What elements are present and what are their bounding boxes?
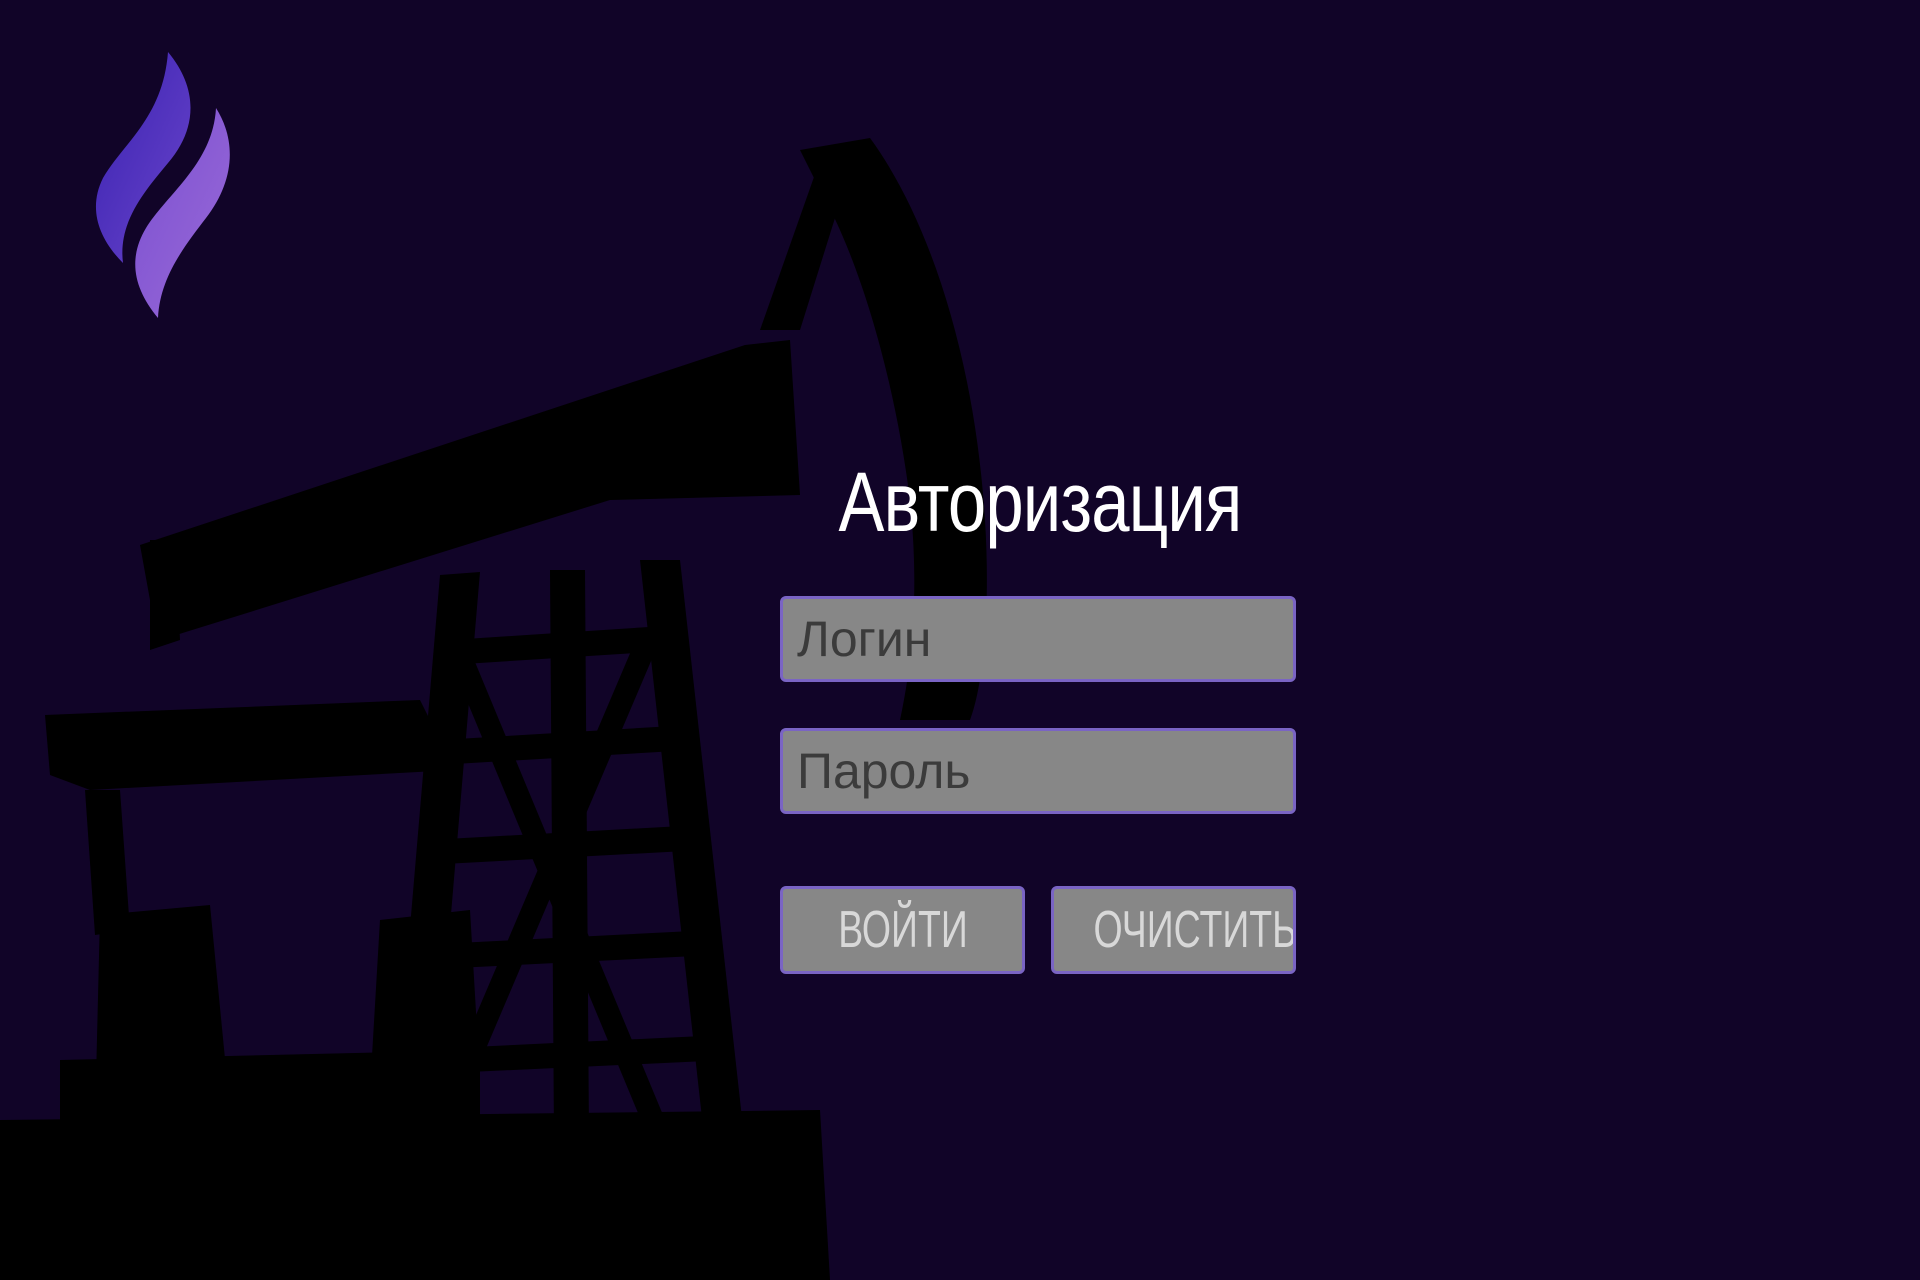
submit-button[interactable]: ВОЙТИ [780,886,1025,974]
clear-button[interactable]: ОЧИСТИТЬ [1051,886,1296,974]
login-input[interactable] [780,596,1296,682]
submit-button-label: ВОЙТИ [837,901,968,959]
clear-button-label: ОЧИСТИТЬ [1093,901,1296,959]
page-title: Авторизация [838,455,1242,549]
password-input[interactable] [780,728,1296,814]
login-screen: Авторизация ВОЙТИ ОЧИСТИТЬ [0,0,1920,1280]
flame-logo-icon [95,52,230,318]
